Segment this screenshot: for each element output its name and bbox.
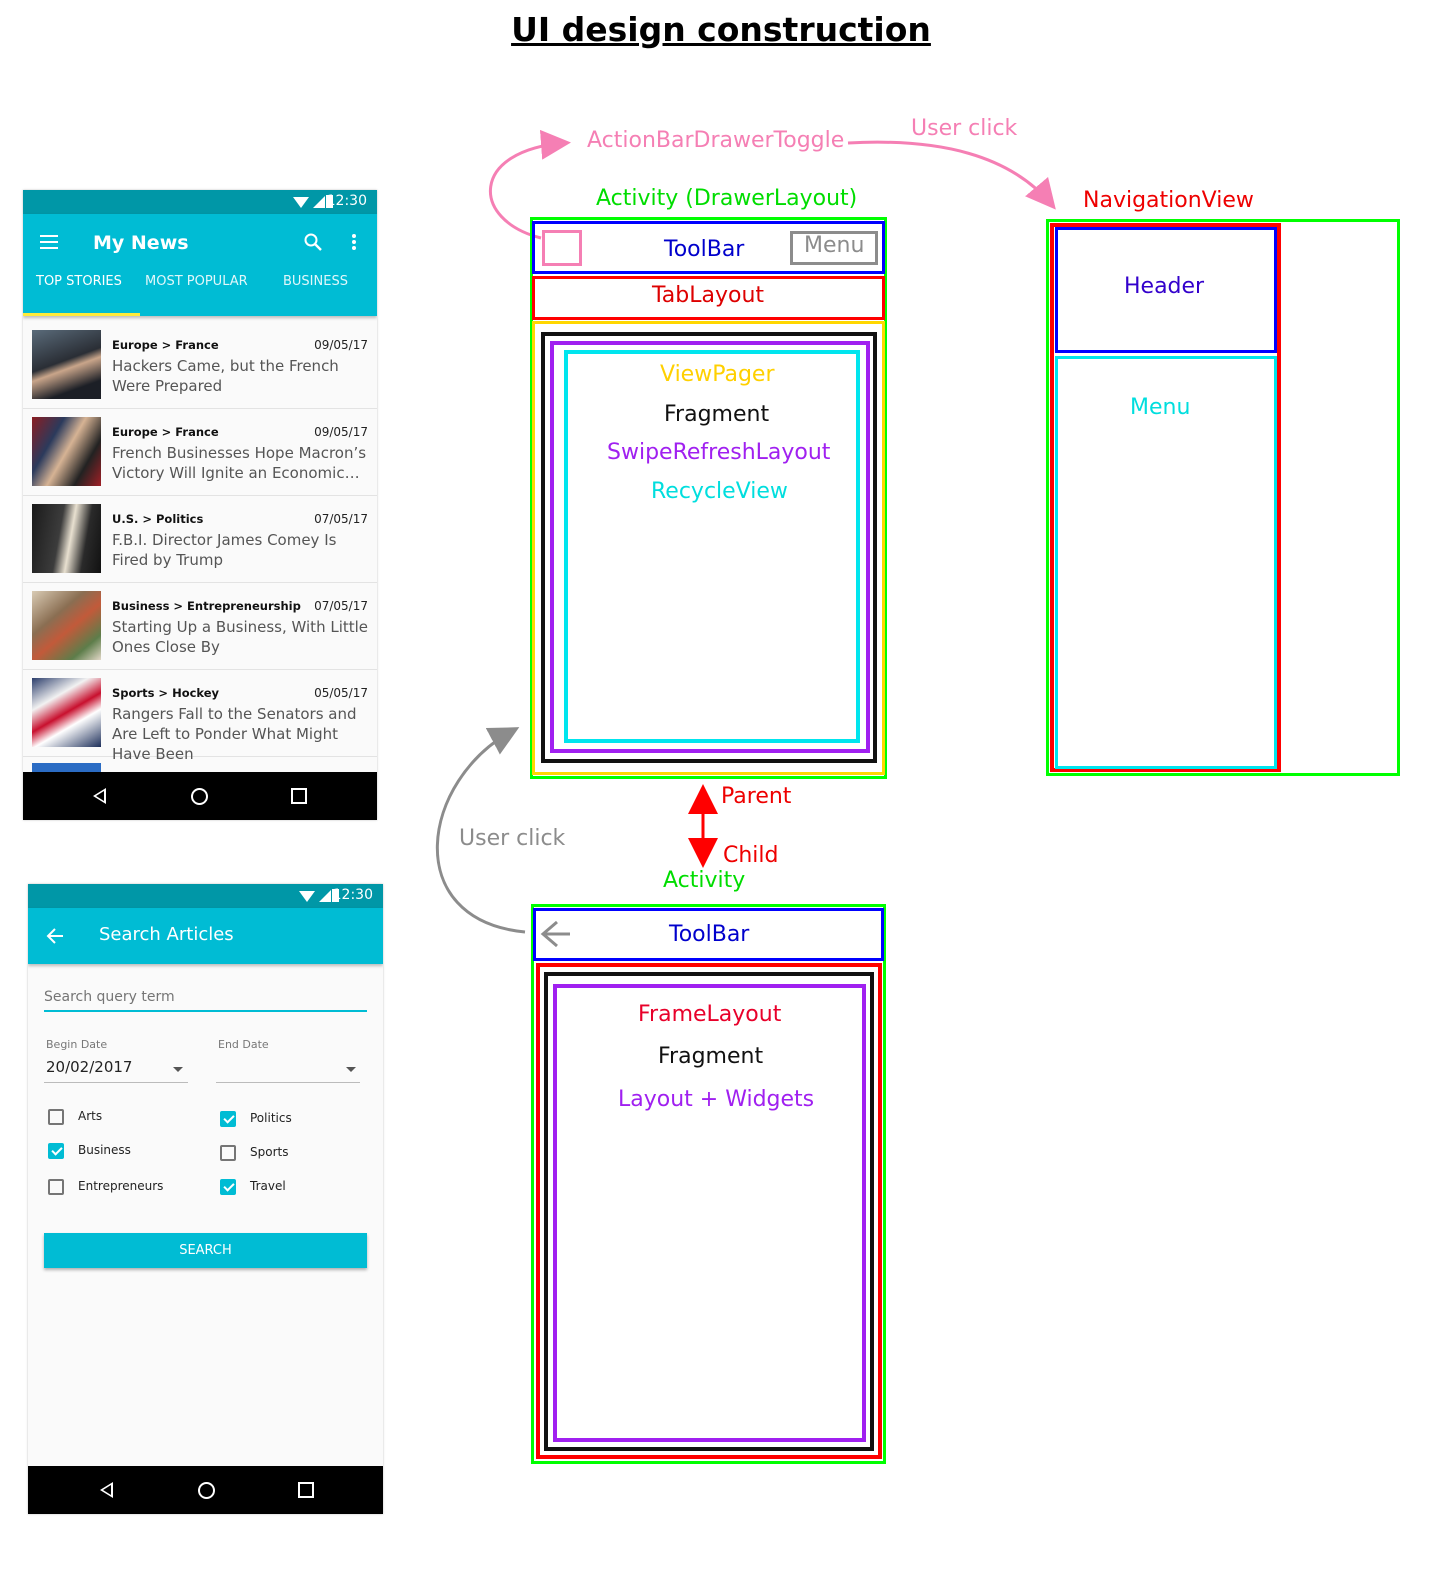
label-activity-drawerlayout: Activity (DrawerLayout) bbox=[596, 186, 858, 211]
label-framelayout: FrameLayout bbox=[638, 1002, 782, 1027]
label-activity: Activity bbox=[663, 868, 746, 893]
label-nav-header: Header bbox=[1124, 274, 1205, 299]
label-recycleview: RecycleView bbox=[651, 479, 788, 504]
label-nav-menu: Menu bbox=[1130, 395, 1191, 420]
label-child: Child bbox=[723, 843, 779, 868]
label-tablayout: TabLayout bbox=[652, 283, 765, 308]
label-parent: Parent bbox=[721, 784, 792, 809]
drawer-toggle-box bbox=[542, 230, 582, 266]
label-navigationview: NavigationView bbox=[1083, 188, 1254, 213]
label-swiperefreshlayout: SwipeRefreshLayout bbox=[607, 440, 831, 465]
label-user-click-top: User click bbox=[911, 116, 1018, 141]
label-layout-widgets: Layout + Widgets bbox=[618, 1087, 815, 1112]
label-menu: Menu bbox=[804, 233, 865, 258]
arrow-label-to-navigationview bbox=[847, 140, 1056, 210]
label-user-click-left: User click bbox=[459, 826, 566, 851]
label-toolbar: ToolBar bbox=[664, 237, 745, 262]
label-child-toolbar: ToolBar bbox=[669, 922, 750, 947]
label-fragment: Fragment bbox=[664, 402, 770, 427]
label-child-fragment: Fragment bbox=[658, 1044, 764, 1069]
label-actionbardrawertoggle: ActionBarDrawerToggle bbox=[587, 128, 845, 153]
label-viewpager: ViewPager bbox=[660, 362, 775, 387]
